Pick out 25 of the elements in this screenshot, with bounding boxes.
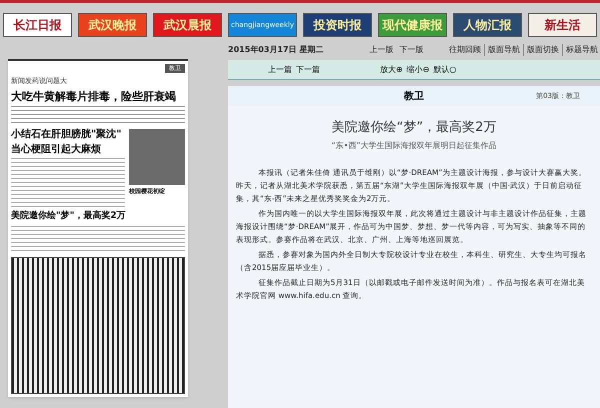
section-title: 教卫 <box>404 90 424 104</box>
zoom-control[interactable]: 默认○ <box>433 64 456 76</box>
headline: 当心梗阻引起大麻烦 <box>11 144 102 156</box>
newspaper-logo[interactable]: 投资时报 <box>303 13 372 37</box>
top-link[interactable]: 标题导航 <box>562 44 598 56</box>
zoom-control[interactable]: 缩小⊖ <box>406 64 430 76</box>
page-nav-link[interactable]: 上一版 <box>369 44 394 56</box>
headline: 美院邀你绘"梦"，最高奖2万 <box>11 211 127 222</box>
next-article-link[interactable]: 下一篇 <box>296 64 320 76</box>
article-subtitle: “东•西”大学生国际海报双年展明日起征集作品 <box>330 140 498 152</box>
newspaper-logo[interactable]: 长江日报 <box>3 13 72 37</box>
top-link[interactable]: 版面导航 <box>484 44 520 56</box>
prev-article-link[interactable]: 上一篇 <box>268 64 292 76</box>
headline: 大吃牛黄解毒片排毒，险些肝衰竭 <box>11 90 177 104</box>
newspaper-logo[interactable]: 武汉晨报 <box>153 13 222 37</box>
newspaper-logo[interactable]: 人物汇报 <box>453 13 522 37</box>
top-link[interactable]: 版面切换 <box>523 44 559 56</box>
top-link[interactable]: 往期回顾 <box>449 44 481 56</box>
newspaper-logo[interactable]: 新生活 <box>528 13 597 37</box>
issue-date: 2015年03月17日 星期二 <box>228 44 324 56</box>
headline: 小结石在肝胆膀胱"聚沈" <box>11 129 122 142</box>
article-title: 美院邀你绘“梦”，最高奖2万 <box>330 119 498 137</box>
zoom-control[interactable]: 放大⊕ <box>380 64 403 76</box>
photo-placeholder <box>129 129 185 186</box>
page-nav-link[interactable]: 下一版 <box>399 44 424 56</box>
